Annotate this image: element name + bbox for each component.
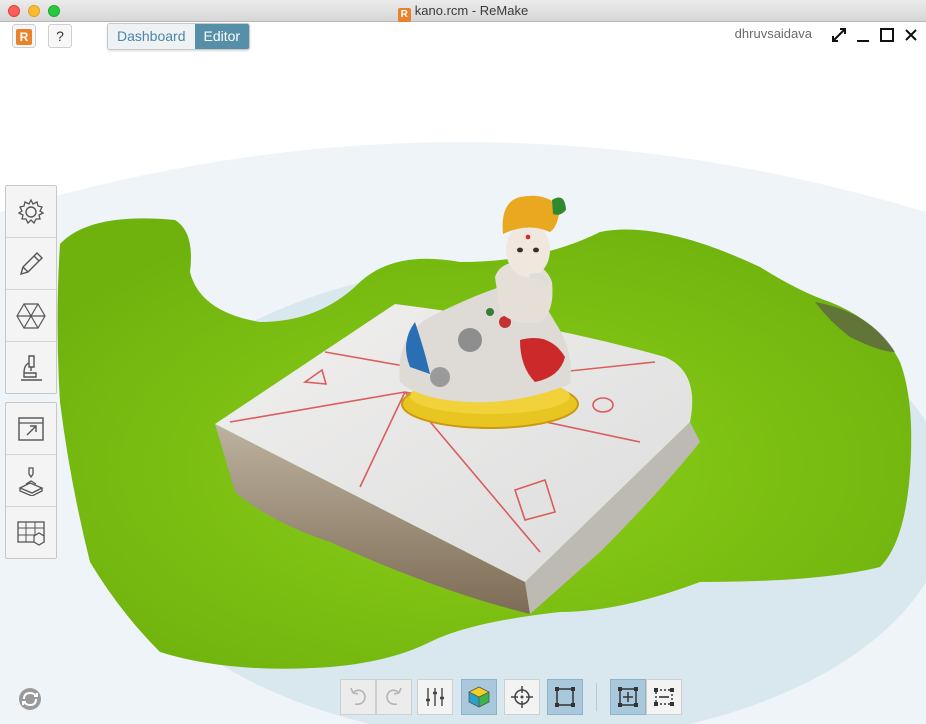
mode-switch: Dashboard Editor	[107, 23, 251, 50]
tab-dashboard[interactable]: Dashboard	[108, 24, 195, 49]
window-title-text: kano.rcm - ReMake	[414, 3, 529, 18]
remake-logo-button[interactable]: R	[12, 24, 36, 48]
microscope-icon	[21, 354, 42, 381]
3d-print-icon	[18, 466, 44, 496]
mesh-tool[interactable]	[6, 290, 56, 342]
help-button[interactable]: ?	[48, 24, 72, 48]
export-tool[interactable]	[6, 403, 56, 455]
username-label[interactable]: dhruvsaidava	[735, 26, 812, 41]
figurine-head	[506, 223, 550, 277]
pencil-icon	[19, 251, 43, 275]
app-maximize-button[interactable]	[876, 24, 898, 46]
app-close-button[interactable]	[900, 24, 922, 46]
expand-arrows-icon	[832, 28, 846, 42]
undo-icon	[350, 687, 366, 706]
select-box-icon	[618, 687, 638, 707]
tab-editor[interactable]: Editor	[194, 24, 250, 49]
gear-icon	[17, 198, 45, 224]
select-box-button[interactable]	[610, 679, 646, 715]
print-tool[interactable]	[6, 455, 56, 507]
dashed-select-icon	[654, 688, 674, 706]
window-titlebar: Rkano.rcm - ReMake	[0, 0, 926, 22]
layout-tool[interactable]	[6, 507, 56, 558]
maximize-icon	[880, 28, 894, 42]
dashed-select-button[interactable]	[646, 679, 682, 715]
shaded-view-button[interactable]	[461, 679, 497, 715]
remake-file-icon: R	[397, 8, 411, 22]
left-toolbar-edit	[5, 185, 57, 394]
app-area: R ? Dashboard Editor dhruvsaidava	[0, 22, 926, 724]
center-view-button[interactable]	[504, 679, 540, 715]
crosshair-icon	[511, 686, 533, 708]
fullscreen-button[interactable]	[828, 24, 850, 46]
window-title: Rkano.rcm - ReMake	[0, 3, 926, 22]
bounding-box-button[interactable]	[547, 679, 583, 715]
analyze-tool[interactable]	[6, 342, 56, 393]
settings-tool[interactable]	[6, 186, 56, 238]
redo-icon	[386, 687, 402, 706]
bounding-box-icon	[555, 687, 575, 707]
hexagon-mesh-icon	[16, 302, 46, 329]
edit-tool[interactable]	[6, 238, 56, 290]
remake-logo: R	[16, 29, 32, 45]
shaded-cube-icon	[468, 686, 490, 708]
left-toolbar-output	[5, 402, 57, 559]
refresh-icon	[19, 688, 41, 710]
app-minimize-button[interactable]	[852, 24, 874, 46]
reset-view-button[interactable]	[17, 686, 43, 717]
close-icon	[905, 29, 917, 41]
redo-button[interactable]	[376, 679, 412, 715]
minimize-icon	[857, 40, 869, 42]
sliders-icon	[426, 688, 444, 706]
adjust-settings-button[interactable]	[417, 679, 453, 715]
undo-button[interactable]	[340, 679, 376, 715]
3d-viewport[interactable]	[0, 22, 926, 724]
export-window-icon	[18, 416, 44, 441]
toolbar-separator	[596, 683, 597, 711]
grid-cube-icon	[17, 520, 45, 546]
